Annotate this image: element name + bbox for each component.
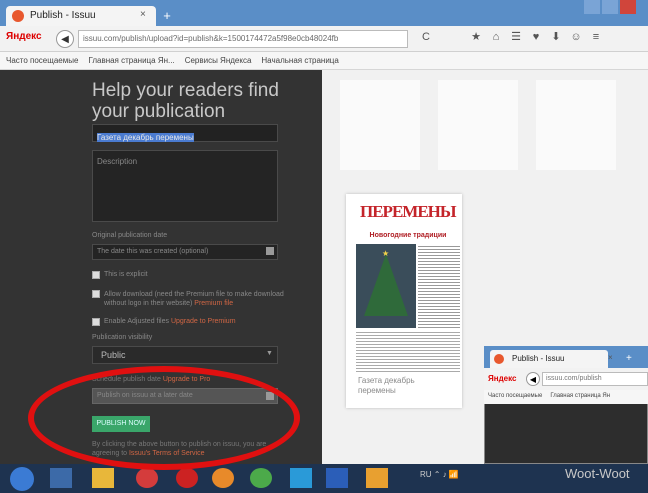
download-checkbox[interactable]: [92, 290, 100, 298]
inset-address-bar: issuu.com/publish: [542, 372, 648, 386]
inset-tab-close-icon: ×: [608, 353, 613, 362]
pocket-icon[interactable]: ♥: [526, 31, 546, 43]
yandex-logo[interactable]: Яндекс: [6, 31, 42, 42]
visibility-label: Publication visibility: [92, 334, 153, 341]
thumbnail-caption: Газета декабрь перемены: [358, 376, 415, 395]
taskbar-skype-icon[interactable]: [290, 468, 312, 488]
chevron-down-icon: ▼: [266, 350, 273, 357]
minimize-button[interactable]: [584, 0, 600, 14]
back-button[interactable]: ◀: [56, 30, 74, 48]
explicit-checkbox[interactable]: [92, 271, 100, 279]
close-window-button[interactable]: [620, 0, 636, 14]
calendar-icon[interactable]: [266, 247, 274, 255]
inset-yandex-logo: Яндекс: [488, 374, 517, 383]
reload-icon[interactable]: C: [422, 31, 430, 43]
visibility-select[interactable]: Public: [92, 346, 278, 364]
explicit-checkbox-label: This is explicit: [104, 271, 148, 278]
description-field[interactable]: Description: [92, 150, 278, 222]
inset-new-tab-icon: +: [626, 353, 632, 364]
taskbar-explorer-icon[interactable]: [50, 468, 72, 488]
bookmarks-bar: Часто посещаемые Главная страница Ян... Се…: [0, 52, 648, 70]
window-controls[interactable]: [584, 0, 648, 18]
embed-checkbox-label: Enable Adjusted files Upgrade to Premium: [104, 318, 236, 325]
bookmark-item[interactable]: Часто посещаемые: [6, 56, 78, 65]
christmas-tree-icon: [364, 254, 408, 316]
taskbar-app-icon[interactable]: [366, 468, 388, 488]
title-field-value: Газета декабрь перемены: [97, 133, 194, 142]
tab-close-icon[interactable]: ×: [140, 9, 146, 20]
inset-browser-tab: Publish - Issuu: [490, 350, 608, 368]
date-field[interactable]: The date this was created (optional): [92, 244, 278, 260]
menu-icon[interactable]: ≡: [586, 31, 606, 43]
browser-tab[interactable]: Publish - Issuu: [6, 6, 156, 26]
star-icon: ★: [382, 249, 390, 258]
taskbar-word-icon[interactable]: [326, 468, 348, 488]
taskbar-chrome-icon[interactable]: [250, 468, 272, 488]
page-title: Help your readers find your publication: [92, 80, 279, 122]
inset-bookmarks-bar: Часто посещаемые Главная страница Ян: [484, 390, 648, 404]
inset-heading: Woot-Woot: [565, 466, 630, 481]
faint-background-cards: [340, 80, 640, 170]
taskbar-opera-icon[interactable]: [176, 468, 198, 488]
tab-title: Publish - Issuu: [30, 10, 96, 21]
issuu-favicon-icon: [494, 354, 504, 364]
address-bar[interactable]: issuu.com/publish/upload?id=publish&k=15…: [78, 30, 408, 48]
system-tray[interactable]: RU ⌃ ♪ 📶: [420, 470, 490, 486]
inset-tab-title: Publish - Issuu: [512, 354, 565, 363]
download-icon[interactable]: ⬇: [546, 30, 566, 43]
newspaper-text-block: [356, 330, 460, 374]
taskbar-folder-icon[interactable]: [92, 468, 114, 488]
bookmark-item[interactable]: Главная страница Ян...: [88, 56, 174, 65]
title-field[interactable]: Газета декабрь перемены: [92, 124, 278, 142]
new-tab-button[interactable]: +: [158, 8, 176, 24]
start-button[interactable]: [10, 467, 34, 491]
download-checkbox-label: Allow download (need the Premium file to…: [104, 291, 284, 307]
bookmark-item[interactable]: Начальная страница: [261, 56, 338, 65]
taskbar-yandex-icon[interactable]: [136, 468, 158, 488]
bookmark-item[interactable]: Сервисы Яндекса: [185, 56, 252, 65]
reading-list-icon[interactable]: ☰: [506, 30, 526, 43]
newspaper-text-column: [418, 244, 460, 328]
inset-back-icon: ◀: [526, 372, 540, 386]
taskbar-firefox-icon[interactable]: [212, 468, 234, 488]
home-icon[interactable]: ⌂: [486, 31, 506, 43]
newspaper-headline: Новогодние традиции: [369, 232, 447, 239]
red-annotation-ellipse: [28, 366, 300, 470]
upgrade-premium-link[interactable]: Upgrade to Premium: [171, 318, 236, 325]
premium-file-link[interactable]: Premium file: [194, 300, 233, 307]
browser-toolbar: ★ ⌂ ☰ ♥ ⬇ ☺ ≡: [466, 30, 646, 48]
issuu-favicon-icon: [12, 10, 24, 22]
embed-checkbox[interactable]: [92, 318, 100, 326]
maximize-button[interactable]: [602, 0, 618, 14]
date-label: Original publication date: [92, 232, 168, 239]
account-icon[interactable]: ☺: [566, 31, 586, 43]
newspaper-masthead: ПЕРЕМЕНЫ: [360, 202, 457, 221]
bookmark-star-icon[interactable]: ★: [466, 30, 486, 43]
